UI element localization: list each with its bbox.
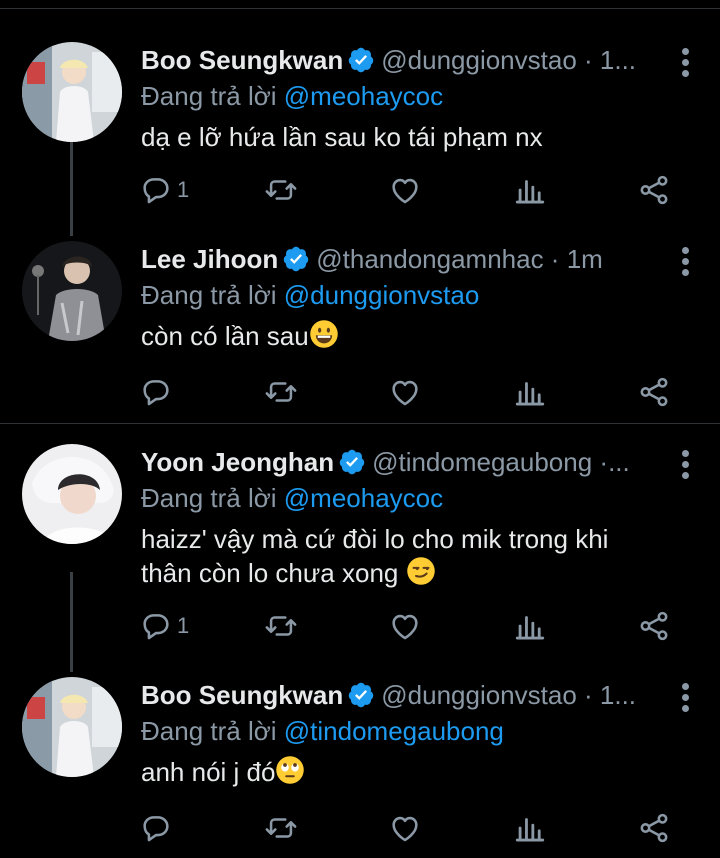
reply-count: 1 bbox=[177, 177, 190, 202]
reply-context: Đang trả lời @meohaycoc bbox=[141, 80, 443, 112]
avatar[interactable] bbox=[22, 42, 122, 142]
tweet-text: dạ e lỡ hứa lần sau ko tái phạm nx bbox=[141, 122, 543, 152]
grinning-face-icon bbox=[309, 320, 338, 348]
display-name[interactable]: Yoon Jeonghan bbox=[141, 447, 334, 477]
mention-link[interactable]: @dunggionvstao bbox=[284, 280, 480, 310]
retweet-button[interactable] bbox=[264, 170, 298, 210]
tweet-actions bbox=[0, 372, 720, 412]
like-icon bbox=[388, 811, 422, 845]
more-icon[interactable] bbox=[682, 247, 690, 277]
reply-icon bbox=[139, 375, 173, 409]
retweet-button[interactable] bbox=[264, 808, 298, 848]
reply-prefix: Đang trả lời bbox=[141, 280, 284, 310]
tweet-header: Boo Seungkwan @dunggionvstao · 1... bbox=[141, 42, 660, 78]
retweet-icon bbox=[264, 811, 298, 845]
retweet-icon bbox=[264, 609, 298, 643]
tweet-actions: 1 bbox=[0, 170, 720, 210]
like-icon bbox=[388, 375, 422, 409]
reply-button[interactable] bbox=[139, 808, 177, 848]
analytics-icon bbox=[513, 173, 547, 207]
eye-roll-face-icon bbox=[276, 756, 305, 784]
retweet-icon bbox=[264, 173, 298, 207]
mention-link[interactable]: @meohaycoc bbox=[284, 483, 443, 513]
handle[interactable]: @dunggionvstao · 1... bbox=[381, 680, 636, 710]
tweet-actions bbox=[0, 808, 720, 848]
reply-prefix: Đang trả lời bbox=[141, 81, 284, 111]
retweet-button[interactable] bbox=[264, 372, 298, 412]
top-divider bbox=[0, 0, 720, 9]
mention-link[interactable]: @tindomegaubong bbox=[284, 716, 504, 746]
analytics-button[interactable] bbox=[513, 372, 547, 412]
like-button[interactable] bbox=[388, 372, 422, 412]
like-button[interactable] bbox=[388, 606, 422, 646]
share-icon bbox=[637, 609, 671, 643]
share-button[interactable] bbox=[637, 170, 671, 210]
tweet-text-body: còn có lần sau bbox=[141, 321, 309, 351]
like-button[interactable] bbox=[388, 808, 422, 848]
like-button[interactable] bbox=[388, 170, 422, 210]
reply-button[interactable] bbox=[139, 372, 177, 412]
tweet-text-body: anh nói j đó bbox=[141, 757, 276, 787]
display-name[interactable]: Lee Jihoon bbox=[141, 244, 278, 274]
thread-divider bbox=[0, 423, 720, 424]
tweet-actions: 1 bbox=[0, 606, 720, 646]
share-button[interactable] bbox=[637, 372, 671, 412]
share-button[interactable] bbox=[637, 808, 671, 848]
tweet-text: còn có lần sau bbox=[141, 319, 661, 353]
handle[interactable]: @dunggionvstao · 1... bbox=[381, 45, 636, 75]
reply-icon bbox=[139, 609, 173, 643]
reply-count: 1 bbox=[177, 613, 190, 638]
retweet-button[interactable] bbox=[264, 606, 298, 646]
verified-badge-icon bbox=[282, 245, 310, 273]
analytics-button[interactable] bbox=[513, 170, 547, 210]
tweet-text: anh nói j đó bbox=[141, 755, 661, 789]
share-button[interactable] bbox=[637, 606, 671, 646]
avatar[interactable] bbox=[22, 241, 122, 341]
share-icon bbox=[637, 173, 671, 207]
reply-icon bbox=[139, 173, 173, 207]
like-icon bbox=[388, 173, 422, 207]
reply-button[interactable]: 1 bbox=[139, 606, 189, 646]
avatar[interactable] bbox=[22, 444, 122, 544]
reply-button[interactable]: 1 bbox=[139, 170, 189, 210]
reply-context: Đang trả lời @meohaycoc bbox=[141, 482, 443, 514]
retweet-icon bbox=[264, 375, 298, 409]
tweet-text: haizz' vậy mà cứ đòi lo cho mik trong kh… bbox=[141, 522, 661, 590]
reply-context: Đang trả lời @tindomegaubong bbox=[141, 715, 504, 747]
more-icon[interactable] bbox=[682, 48, 690, 78]
more-icon[interactable] bbox=[682, 683, 690, 713]
reply-prefix: Đang trả lời bbox=[141, 716, 284, 746]
handle[interactable]: @thandongamnhac · 1m bbox=[316, 244, 603, 274]
analytics-icon bbox=[513, 375, 547, 409]
mention-link[interactable]: @meohaycoc bbox=[284, 81, 443, 111]
reply-prefix: Đang trả lời bbox=[141, 483, 284, 513]
analytics-button[interactable] bbox=[513, 606, 547, 646]
tweet-header: Lee Jihoon @thandongamnhac · 1m bbox=[141, 241, 660, 277]
display-name[interactable]: Boo Seungkwan bbox=[141, 45, 343, 75]
tweet-header: Yoon Jeonghan @tindomegaubong ·... bbox=[141, 444, 660, 480]
verified-badge-icon bbox=[347, 681, 375, 709]
share-icon bbox=[637, 375, 671, 409]
avatar[interactable] bbox=[22, 677, 122, 777]
verified-badge-icon bbox=[338, 448, 366, 476]
tweet-text-body: haizz' vậy mà cứ đòi lo cho mik trong kh… bbox=[141, 524, 609, 588]
handle[interactable]: @tindomegaubong ·... bbox=[372, 447, 630, 477]
more-icon[interactable] bbox=[682, 450, 690, 480]
analytics-button[interactable] bbox=[513, 808, 547, 848]
like-icon bbox=[388, 609, 422, 643]
smirking-face-icon bbox=[406, 557, 435, 585]
analytics-icon bbox=[513, 811, 547, 845]
reply-context: Đang trả lời @dunggionvstao bbox=[141, 279, 479, 311]
tweet-header: Boo Seungkwan @dunggionvstao · 1... bbox=[141, 677, 660, 713]
share-icon bbox=[637, 811, 671, 845]
verified-badge-icon bbox=[347, 46, 375, 74]
display-name[interactable]: Boo Seungkwan bbox=[141, 680, 343, 710]
analytics-icon bbox=[513, 609, 547, 643]
reply-icon bbox=[139, 811, 173, 845]
